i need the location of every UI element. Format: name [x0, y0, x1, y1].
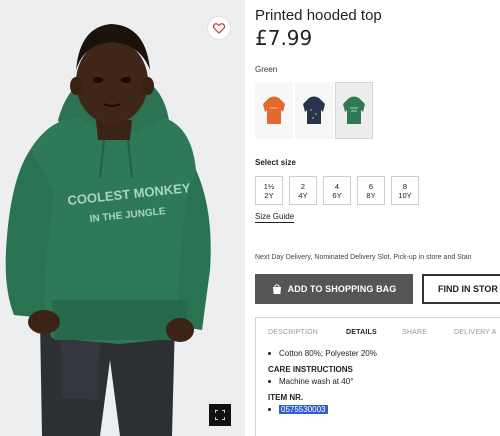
size-option[interactable]: 4 6Y — [323, 176, 351, 205]
size-option[interactable]: 6 8Y — [357, 176, 385, 205]
hoodie-thumbnail — [343, 96, 365, 124]
size-bottom: 10Y — [398, 190, 412, 200]
product-image-area: COOLEST MONKEY IN THE JUNGLE — [0, 0, 245, 436]
swatch-navy[interactable] — [295, 82, 333, 139]
size-top: 8 — [402, 181, 408, 191]
composition-text: Cotton 80%; Polyester 20% — [279, 349, 377, 358]
add-to-bag-label: ADD TO SHOPPING BAG — [287, 284, 397, 294]
size-option[interactable]: 2 4Y — [289, 176, 317, 205]
item-number-heading: ITEM NR. — [268, 393, 304, 402]
size-bottom: 6Y — [332, 190, 342, 200]
product-photo: COOLEST MONKEY IN THE JUNGLE — [0, 0, 245, 436]
swatch-orange[interactable] — [255, 82, 293, 139]
size-top: 6 — [368, 181, 374, 191]
product-price: £7.99 — [255, 26, 313, 50]
hoodie-thumbnail — [263, 96, 285, 124]
size-options: 1½ 2Y 2 4Y 4 6Y 6 8Y 8 10Y — [255, 176, 419, 205]
find-in-store-label: FIND IN STOR — [438, 284, 498, 294]
delivery-info: Next Day Delivery, Nominated Delivery Sl… — [255, 254, 472, 261]
size-bottom: 8Y — [366, 190, 376, 200]
color-swatches — [255, 82, 373, 139]
color-label: Green — [255, 65, 278, 74]
bullet — [268, 408, 271, 411]
bullet — [268, 380, 271, 383]
bullet — [268, 352, 271, 355]
swatch-green[interactable] — [335, 82, 373, 139]
tab-bar: DESCRIPTION DETAILS SHARE DELIVERY A — [256, 318, 500, 346]
list-item: 0575530003 — [268, 404, 377, 415]
care-instructions-heading: CARE INSTRUCTIONS — [268, 365, 353, 374]
size-bottom: 4Y — [298, 190, 308, 200]
tab-details[interactable]: DETAILS — [346, 329, 377, 336]
care-text: Machine wash at 40° — [279, 377, 354, 386]
shopping-bag-icon — [272, 284, 281, 294]
size-guide-link[interactable]: Size Guide — [255, 212, 295, 223]
size-top: 1½ — [263, 181, 275, 191]
heart-icon — [213, 22, 225, 34]
add-to-bag-button[interactable]: ADD TO SHOPPING BAG — [255, 274, 413, 304]
tab-description[interactable]: DESCRIPTION — [268, 329, 318, 336]
details-content: Cotton 80%; Polyester 20% CARE INSTRUCTI… — [268, 348, 377, 415]
fullscreen-button[interactable] — [209, 404, 231, 426]
size-option[interactable]: 8 10Y — [391, 176, 419, 205]
product-info-tabs: DESCRIPTION DETAILS SHARE DELIVERY A Cot… — [255, 317, 500, 436]
fullscreen-icon — [215, 410, 225, 420]
size-bottom: 2Y — [264, 190, 274, 200]
tab-share[interactable]: SHARE — [402, 329, 427, 336]
product-title: Printed hooded top — [255, 7, 382, 24]
list-item: Cotton 80%; Polyester 20% — [268, 348, 377, 359]
hoodie-thumbnail — [303, 96, 325, 124]
size-top: 2 — [300, 181, 306, 191]
size-top: 4 — [334, 181, 340, 191]
select-size-label: Select size — [255, 158, 296, 167]
size-option[interactable]: 1½ 2Y — [255, 176, 283, 205]
item-number-value[interactable]: 0575530003 — [279, 405, 328, 414]
favourite-button[interactable] — [207, 16, 231, 40]
tab-delivery[interactable]: DELIVERY A — [454, 329, 497, 336]
find-in-store-button[interactable]: FIND IN STOR — [422, 274, 500, 304]
list-item: Machine wash at 40° — [268, 376, 377, 387]
product-details-panel: Printed hooded top £7.99 Green Select si… — [255, 0, 500, 436]
